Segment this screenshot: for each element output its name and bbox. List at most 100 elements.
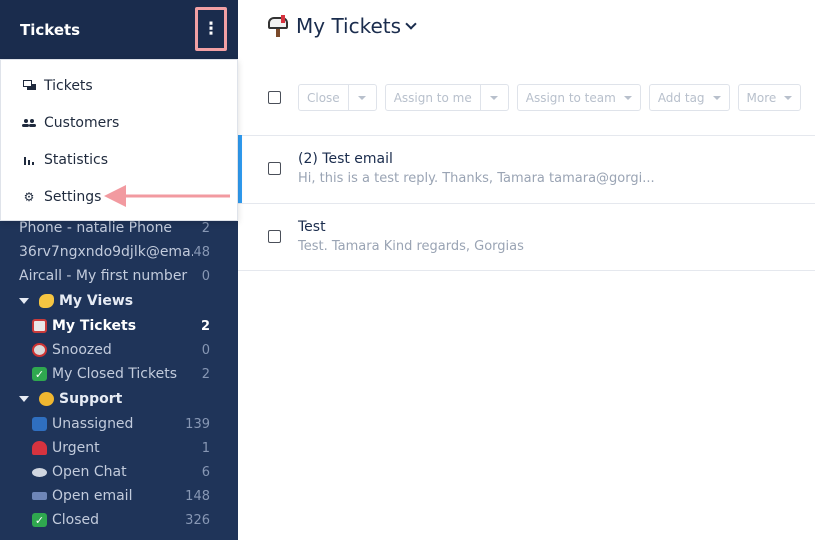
mailbox-icon [268, 15, 290, 37]
sidebar-item-channel[interactable]: Aircall - My first number 0 [0, 264, 238, 288]
bar-chart-icon [22, 153, 36, 167]
sidebar-item-label: My Tickets [52, 318, 137, 334]
sidebar-title: Tickets [20, 20, 81, 39]
mailbox-icon [32, 319, 47, 333]
ticket-row[interactable]: Test Test. Tamara Kind regards, Gorgias [238, 203, 815, 271]
sidebar-item-count: 2 [201, 366, 210, 382]
sidebar-item-label: My Closed Tickets [52, 366, 178, 382]
sidebar-item-label: Snoozed [52, 342, 112, 358]
ticket-body: (2) Test email Hi, this is a test reply.… [298, 151, 655, 186]
assign-me-dropdown-toggle[interactable] [479, 85, 508, 110]
menu-item-tickets[interactable]: Tickets [1, 67, 237, 104]
assign-to-team-label: Assign to team [525, 90, 616, 105]
more-label: More [746, 90, 777, 105]
assign-to-team-button[interactable]: Assign to team [518, 85, 640, 110]
sidebar-item-my-tickets[interactable]: My Tickets 2 [0, 314, 238, 338]
sidebar-item-label: Closed [52, 512, 100, 528]
sidebar-item-count: 326 [185, 512, 210, 528]
sidebar-item-channel[interactable]: 36rv7ngxndo9djlk@ema... 48 [0, 240, 238, 264]
add-tag-button[interactable]: Add tag [650, 85, 729, 110]
ticket-checkbox[interactable] [268, 162, 281, 175]
heart-hands-icon [39, 392, 54, 406]
caret-down-icon [19, 396, 29, 402]
sidebar-item-count: 1 [201, 440, 210, 456]
check-mark-icon: ✓ [32, 367, 47, 381]
chat-icon [22, 79, 36, 93]
sidebar-item-label: Phone - natalie Phone [19, 220, 173, 236]
chevron-down-icon[interactable] [405, 17, 417, 30]
sidebar-item-open-chat[interactable]: Open Chat 6 [0, 460, 238, 484]
menu-item-customers[interactable]: Customers [1, 104, 237, 141]
caret-down-icon [623, 95, 632, 100]
sidebar-item-my-closed-tickets[interactable]: ✓ My Closed Tickets 2 [0, 362, 238, 386]
ticket-subject: (2) Test email [298, 151, 393, 167]
close-dropdown-toggle[interactable] [347, 85, 376, 110]
kebab-icon: ⋮ [202, 19, 220, 39]
inbox-tray-icon [32, 492, 47, 500]
sidebar-item-urgent[interactable]: Urgent 1 [0, 436, 238, 460]
section-support[interactable]: Support [0, 386, 238, 412]
add-tag-dropdown[interactable]: Add tag [648, 84, 730, 111]
sidebar-item-label: Open Chat [52, 464, 127, 480]
alarm-clock-icon [32, 343, 47, 357]
bulk-action-toolbar: Close Assign to me Assign to team Add ta… [268, 84, 802, 111]
page-title: My Tickets [296, 14, 402, 38]
main-panel: My Tickets Close Assign to me Assign to … [238, 0, 815, 540]
ticket-subject: Test [298, 219, 326, 235]
sidebar-item-unassigned[interactable]: Unassigned 139 [0, 412, 238, 436]
assign-to-me-button[interactable]: Assign to me [386, 85, 480, 110]
ticket-row[interactable]: (2) Test email Hi, this is a test reply.… [238, 135, 815, 204]
sidebar-item-count: 139 [185, 416, 210, 432]
sidebar-item-label: Urgent [52, 440, 100, 456]
close-button[interactable]: Close [299, 85, 348, 110]
gear-icon: ⚙ [23, 189, 35, 204]
speech-bubble-icon [32, 467, 47, 477]
menu-item-label: Settings [44, 188, 102, 205]
sidebar-views-list: Phone - natalie Phone 2 36rv7ngxndo9djlk… [0, 216, 238, 532]
ticket-checkbox[interactable] [268, 230, 281, 243]
assign-team-dropdown[interactable]: Assign to team [516, 84, 641, 111]
section-my-views[interactable]: My Views [0, 288, 238, 314]
caret-down-icon [358, 95, 367, 100]
flexed-biceps-icon [39, 294, 54, 308]
assign-me-button-group: Assign to me [384, 84, 509, 111]
sidebar-item-count: 6 [201, 464, 210, 480]
book-icon [32, 417, 47, 431]
caret-down-icon [19, 298, 29, 304]
ticket-excerpt: Test. Tamara Kind regards, Gorgias [298, 239, 524, 254]
more-button[interactable]: More [739, 85, 801, 110]
check-mark-icon: ✓ [32, 513, 47, 527]
more-dropdown[interactable]: More [737, 84, 802, 111]
sidebar-item-label: Unassigned [52, 416, 134, 432]
users-icon [22, 116, 36, 130]
ticket-excerpt: Hi, this is a test reply. Thanks, Tamara… [298, 171, 655, 186]
menu-item-label: Statistics [44, 151, 108, 168]
caret-down-icon [712, 95, 721, 100]
sidebar-item-closed[interactable]: ✓ Closed 326 [0, 508, 238, 532]
sidebar-item-count: 2 [201, 220, 210, 236]
sidebar-item-open-email[interactable]: Open email 148 [0, 484, 238, 508]
caret-down-icon [490, 95, 499, 100]
page-header[interactable]: My Tickets [268, 14, 417, 38]
menu-item-label: Tickets [44, 77, 93, 94]
annotation-arrow [104, 185, 230, 207]
siren-icon [32, 441, 47, 455]
section-label: Support [59, 391, 123, 407]
sidebar-item-count: 0 [201, 268, 210, 284]
ticket-list: (2) Test email Hi, this is a test reply.… [238, 135, 815, 271]
sidebar-item-count: 0 [201, 342, 210, 358]
caret-down-icon [784, 95, 793, 100]
select-all-checkbox[interactable] [268, 91, 281, 104]
sidebar-item-count: 2 [200, 318, 210, 334]
menu-item-statistics[interactable]: Statistics [1, 141, 237, 178]
sidebar-item-count: 48 [193, 244, 210, 260]
section-label: My Views [59, 293, 134, 309]
kebab-menu-button[interactable]: ⋮ [195, 7, 227, 51]
menu-item-label: Customers [44, 114, 120, 131]
add-tag-label: Add tag [657, 90, 705, 105]
close-button-group: Close [298, 84, 377, 111]
sidebar-item-snoozed[interactable]: Snoozed 0 [0, 338, 238, 362]
sidebar-item-label: Open email [52, 488, 133, 504]
sidebar-item-label: 36rv7ngxndo9djlk@ema... [19, 244, 194, 260]
sidebar-item-label: Aircall - My first number [19, 268, 188, 284]
